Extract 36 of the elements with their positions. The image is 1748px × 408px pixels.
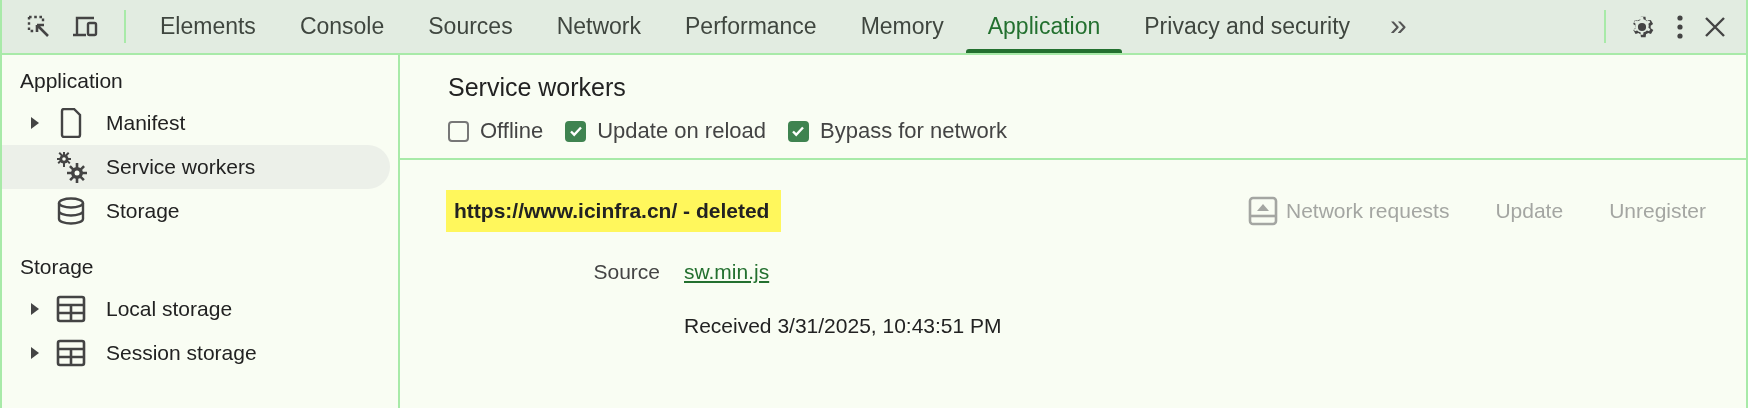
sidebar-item[interactable]: Manifest (2, 101, 390, 145)
table-icon (56, 295, 86, 323)
gears-icon (55, 151, 87, 183)
expand-arrow-icon[interactable] (30, 346, 40, 360)
section-heading: Storage (19, 254, 95, 280)
option-checkbox[interactable]: Offline (448, 118, 544, 144)
option-checkbox[interactable]: Bypass for network (788, 118, 1008, 144)
panel-tab[interactable]: Privacy and security (1122, 0, 1373, 53)
checkbox[interactable] (565, 120, 587, 142)
file-icon (60, 108, 82, 138)
received-time: Received 3/31/2025, 10:43:51 PM (684, 314, 1002, 338)
panel-tab[interactable]: Sources (406, 0, 535, 53)
expand-arrow-icon[interactable] (30, 302, 40, 316)
more-tabs-button[interactable]: » (1372, 0, 1425, 53)
sidebar-item[interactable]: Local storage (2, 287, 390, 331)
panel-upload-icon (1248, 196, 1278, 226)
database-icon (56, 197, 86, 225)
source-link[interactable]: sw.min.js (684, 260, 770, 284)
sidebar-item[interactable]: Service workers (2, 145, 390, 189)
sidebar-item[interactable]: Session storage (2, 331, 390, 375)
checkbox[interactable] (448, 120, 469, 142)
table-icon (56, 339, 86, 367)
panel-title: Service workers (448, 73, 627, 102)
expand-arrow-icon[interactable] (30, 116, 40, 130)
checkbox[interactable] (788, 120, 809, 142)
worker-origin: https://www.icinfra.cn/ - deleted (446, 190, 782, 232)
panel-tab[interactable]: Elements (138, 0, 278, 53)
panel-tab[interactable]: Memory (838, 0, 966, 53)
option-checkbox[interactable]: Update on reload (565, 118, 766, 144)
source-label: Source (593, 260, 660, 284)
section-heading: Application (19, 68, 124, 94)
sidebar-item[interactable]: Storage (2, 189, 390, 233)
panel-tab[interactable]: Application (965, 0, 1123, 53)
panel-tab[interactable]: Console (277, 0, 407, 53)
panel-tab[interactable]: Performance (663, 0, 839, 53)
panel-tab[interactable]: Network (534, 0, 663, 53)
